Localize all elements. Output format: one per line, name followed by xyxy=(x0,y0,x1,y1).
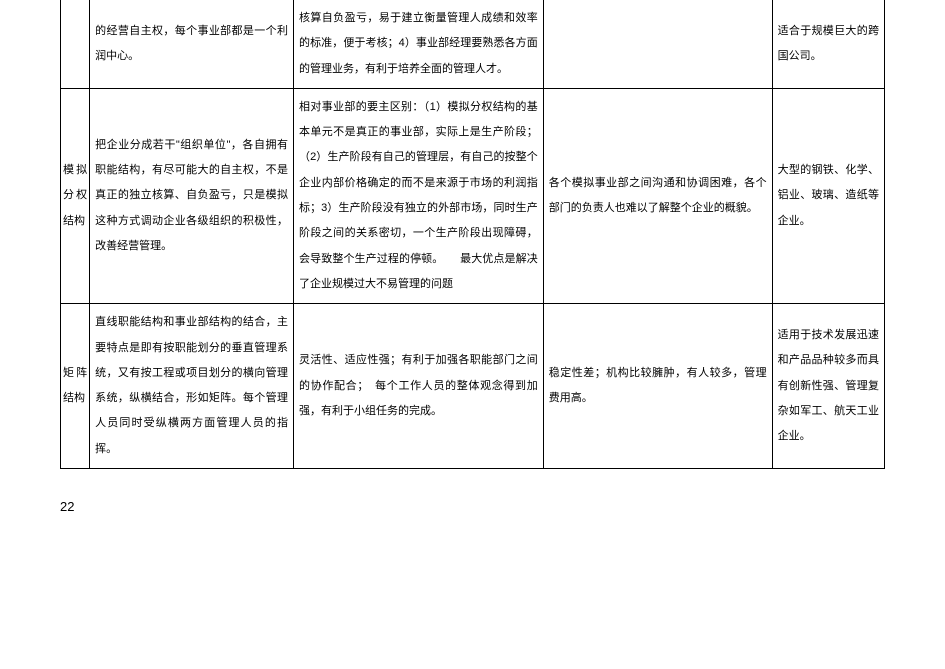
description-cell: 的经营自主权，每个事业部都是一个利润中心。 xyxy=(90,0,294,88)
disadvantages-cell xyxy=(543,0,772,88)
structure-name-cell: 模拟分权结构 xyxy=(61,88,90,303)
description-cell: 把企业分成若干"组织单位"，各自拥有职能结构，有尽可能大的自主权，不是真正的独立… xyxy=(90,88,294,303)
advantages-cell: 相对事业部的要主区别：（1）模拟分权结构的基本单元不是真正的事业部，实际上是生产… xyxy=(294,88,544,303)
applicable-cell: 适用于技术发展迅速和产品品种较多而具有创新性强、管理复杂如军工、航天工业企业。 xyxy=(772,304,884,469)
table-row: 模拟分权结构 把企业分成若干"组织单位"，各自拥有职能结构，有尽可能大的自主权，… xyxy=(61,88,885,303)
table-row: 矩阵结构 直线职能结构和事业部结构的结合，主要特点是即有按职能划分的垂直管理系统… xyxy=(61,304,885,469)
advantages-cell: 核算自负盈亏，易于建立衡量管理人成绩和效率的标准，便于考核；4）事业部经理要熟悉… xyxy=(294,0,544,88)
description-cell: 直线职能结构和事业部结构的结合，主要特点是即有按职能划分的垂直管理系统，又有按工… xyxy=(90,304,294,469)
disadvantages-cell: 各个模拟事业部之间沟通和协调困难，各个部门的负责人也难以了解整个企业的概貌。 xyxy=(543,88,772,303)
structure-name-cell xyxy=(61,0,90,88)
page-number: 22 xyxy=(60,499,885,514)
document-page: 的经营自主权，每个事业部都是一个利润中心。 核算自负盈亏，易于建立衡量管理人成绩… xyxy=(0,0,945,524)
table-row: 的经营自主权，每个事业部都是一个利润中心。 核算自负盈亏，易于建立衡量管理人成绩… xyxy=(61,0,885,88)
structure-name-cell: 矩阵结构 xyxy=(61,304,90,469)
disadvantages-cell: 稳定性差；机构比较臃肿，有人较多，管理费用高。 xyxy=(543,304,772,469)
advantages-cell: 灵活性、适应性强；有利于加强各职能部门之间的协作配合； 每个工作人员的整体观念得… xyxy=(294,304,544,469)
applicable-cell: 适合于规模巨大的跨国公司。 xyxy=(772,0,884,88)
org-structure-table: 的经营自主权，每个事业部都是一个利润中心。 核算自负盈亏，易于建立衡量管理人成绩… xyxy=(60,0,885,469)
applicable-cell: 大型的钢铁、化学、铝业、玻璃、造纸等企业。 xyxy=(772,88,884,303)
